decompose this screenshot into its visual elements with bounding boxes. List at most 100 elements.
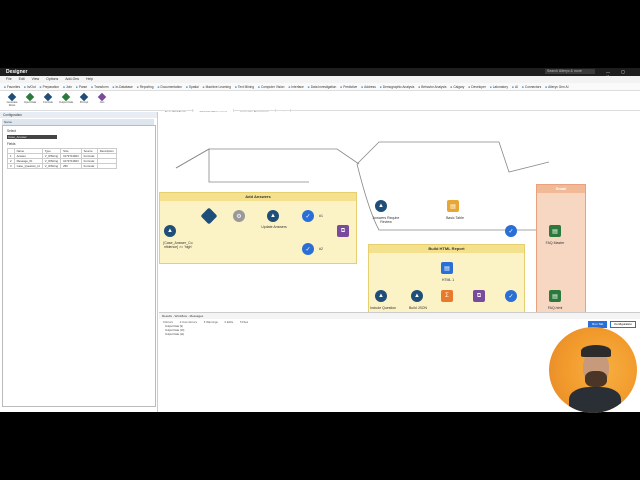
palette-tab[interactable]: Interface bbox=[288, 83, 303, 91]
configuration-button[interactable]: Configuration bbox=[610, 321, 636, 328]
anchor-2-label: #2 bbox=[319, 247, 323, 251]
menu-view[interactable]: View bbox=[32, 76, 40, 83]
palette-tab[interactable]: AI bbox=[512, 83, 518, 91]
presenter-body bbox=[569, 387, 621, 413]
container-add-answers[interactable]: Add Answers bbox=[159, 192, 357, 264]
menu-bar: File Edit View Options Add-Ons Help bbox=[0, 76, 640, 83]
answers-review-label: Answers Require Review bbox=[372, 216, 400, 224]
browse-tool-icon-2[interactable]: ✓ bbox=[302, 243, 314, 255]
select-label: Select bbox=[7, 129, 16, 133]
container-small[interactable]: Small bbox=[536, 184, 586, 318]
faq-master-output-icon[interactable]: ▤ bbox=[549, 225, 561, 237]
union-tool-icon[interactable]: ⧉ bbox=[337, 225, 349, 237]
palette-tab[interactable]: Preparation bbox=[40, 83, 59, 91]
filter-tool-icon[interactable]: ▲ bbox=[164, 225, 176, 237]
browse-tool-icon-4[interactable]: ✓ bbox=[505, 290, 517, 302]
app-name: Designer bbox=[6, 69, 28, 75]
column-header[interactable]: Description bbox=[96, 148, 117, 154]
include-question-label: Include Question bbox=[369, 306, 397, 310]
faq-html-output-icon[interactable]: ▤ bbox=[549, 290, 561, 302]
fields-label: Fields bbox=[7, 142, 16, 146]
update-answers-icon[interactable]: ▲ bbox=[267, 210, 279, 222]
browse-tool-icon-1[interactable]: ✓ bbox=[302, 210, 314, 222]
basic-table-label: Basic Table bbox=[446, 216, 464, 220]
palette-tab[interactable]: Predictive bbox=[340, 83, 357, 91]
designer-window: Designer Search Alteryx & more — ▢ ✕ Fil… bbox=[0, 68, 640, 412]
table-cell: Formula: bbox=[80, 153, 98, 159]
palette-tab[interactable]: Address bbox=[361, 83, 376, 91]
field-dropdown[interactable]: Case_Answer bbox=[7, 135, 57, 139]
palette-tab[interactable]: Calgary bbox=[450, 83, 464, 91]
formula-gear-icon[interactable]: ⚙ bbox=[233, 210, 245, 222]
table-row[interactable]: 3 Case_Question_Id V_WString 256 Formula: bbox=[7, 163, 117, 169]
tool-output-data[interactable]: Output Data bbox=[58, 92, 74, 104]
table-cell bbox=[96, 163, 117, 169]
table-cell: 1073741823 bbox=[60, 153, 82, 159]
palette-tab[interactable]: Text Mining bbox=[235, 83, 254, 91]
container-title: Build HTML Report bbox=[369, 245, 524, 253]
configuration-panel: Configuration Name Select Case_Answer Fi… bbox=[0, 112, 158, 412]
palette-tab[interactable]: Machine Learning bbox=[203, 83, 231, 91]
menu-addons[interactable]: Add-Ons bbox=[65, 76, 79, 83]
presenter-cap bbox=[581, 345, 611, 357]
menu-file[interactable]: File bbox=[6, 76, 12, 83]
palette-tab[interactable]: Reporting bbox=[137, 83, 154, 91]
menu-edit[interactable]: Edit bbox=[19, 76, 25, 83]
tool-input-data[interactable]: Input Data bbox=[22, 92, 38, 104]
filter-edits[interactable]: 0 Edits bbox=[225, 320, 234, 324]
tool-prompt[interactable]: Prompt bbox=[76, 92, 92, 104]
union-tool-icon-2[interactable]: ⧉ bbox=[473, 290, 485, 302]
table-cell: V_WString bbox=[41, 163, 62, 169]
table-cell: Case_Question_Id bbox=[13, 163, 43, 169]
table-cell: 1073741823 bbox=[60, 158, 82, 164]
palette-tab[interactable]: Computer Vision bbox=[258, 83, 285, 91]
menu-options[interactable]: Options bbox=[46, 76, 58, 83]
palette-tab[interactable]: Demographic Analysis bbox=[380, 83, 415, 91]
palette-tab[interactable]: In-Database bbox=[113, 83, 132, 91]
palette-tab[interactable]: Spatial bbox=[186, 83, 199, 91]
faq-html-label: FAQ.html bbox=[547, 306, 563, 310]
palette-tab[interactable]: Connectors bbox=[522, 83, 541, 91]
faq-master-label: FAQ Master bbox=[545, 241, 565, 245]
menu-help[interactable]: Help bbox=[86, 76, 93, 83]
fields-table: Name Type Size Source Description 1 Answer V_WS… bbox=[7, 148, 117, 169]
palette-tab[interactable]: Behavior Analysis bbox=[418, 83, 446, 91]
answers-review-icon[interactable]: ▲ bbox=[375, 200, 387, 212]
table-cell: 256 bbox=[60, 163, 82, 169]
build-json-label: Build JSON bbox=[408, 306, 428, 310]
table-cell: Formula: bbox=[80, 163, 98, 169]
search-input[interactable]: Search Alteryx & more bbox=[545, 69, 595, 74]
tool-join[interactable]: Join bbox=[94, 92, 110, 104]
workflow-canvas[interactable]: Add Answers Build HTML Report Small ▲ [C… bbox=[159, 112, 640, 338]
palette-tab[interactable]: Developer bbox=[468, 83, 486, 91]
palette-tab[interactable]: Alteryx Gen AI bbox=[545, 83, 568, 91]
panel-body: Select Case_Answer Fields Name Type Size So… bbox=[2, 125, 156, 407]
palette-tab[interactable]: Parse bbox=[76, 83, 87, 91]
title-bar: Designer Search Alteryx & more — ▢ ✕ bbox=[0, 68, 640, 79]
anchor-1-label: #1 bbox=[319, 214, 323, 218]
include-question-icon[interactable]: ▲ bbox=[375, 290, 387, 302]
tool-icon-bar: Generate Rows Input Data Formula Output … bbox=[0, 91, 640, 111]
presenter-beard bbox=[585, 371, 607, 387]
basic-table-icon[interactable]: ▤ bbox=[447, 200, 459, 212]
table-cell: V_WString bbox=[41, 153, 62, 159]
palette-tab[interactable]: Data Investigation bbox=[308, 83, 337, 91]
build-json-icon[interactable]: ▲ bbox=[411, 290, 423, 302]
palette-tab[interactable]: Transform bbox=[91, 83, 108, 91]
html1-icon[interactable]: ▤ bbox=[441, 262, 453, 274]
filter-files[interactable]: 5 Files bbox=[240, 320, 248, 324]
filter-errors[interactable]: 0 Errors bbox=[163, 320, 173, 324]
container-title: Add Answers bbox=[160, 193, 356, 201]
palette-tab[interactable]: Join bbox=[63, 83, 72, 91]
tool-formula[interactable]: Formula bbox=[40, 92, 56, 104]
summarize-icon[interactable]: Σ bbox=[441, 290, 453, 302]
palette-tab[interactable]: Documentation bbox=[158, 83, 182, 91]
browse-tool-icon-3[interactable]: ✓ bbox=[505, 225, 517, 237]
table-cell: Formula: bbox=[80, 158, 98, 164]
palette-tab[interactable]: Laboratory bbox=[490, 83, 508, 91]
palette-tab[interactable]: In/Out bbox=[24, 83, 36, 91]
filter-warnings[interactable]: 5 Warnings bbox=[204, 320, 218, 324]
filter-conv-errors[interactable]: 0 Conv Errors bbox=[180, 320, 197, 324]
tool-generate-rows[interactable]: Generate Rows bbox=[4, 92, 20, 107]
palette-tab[interactable]: Favorites bbox=[4, 83, 20, 91]
